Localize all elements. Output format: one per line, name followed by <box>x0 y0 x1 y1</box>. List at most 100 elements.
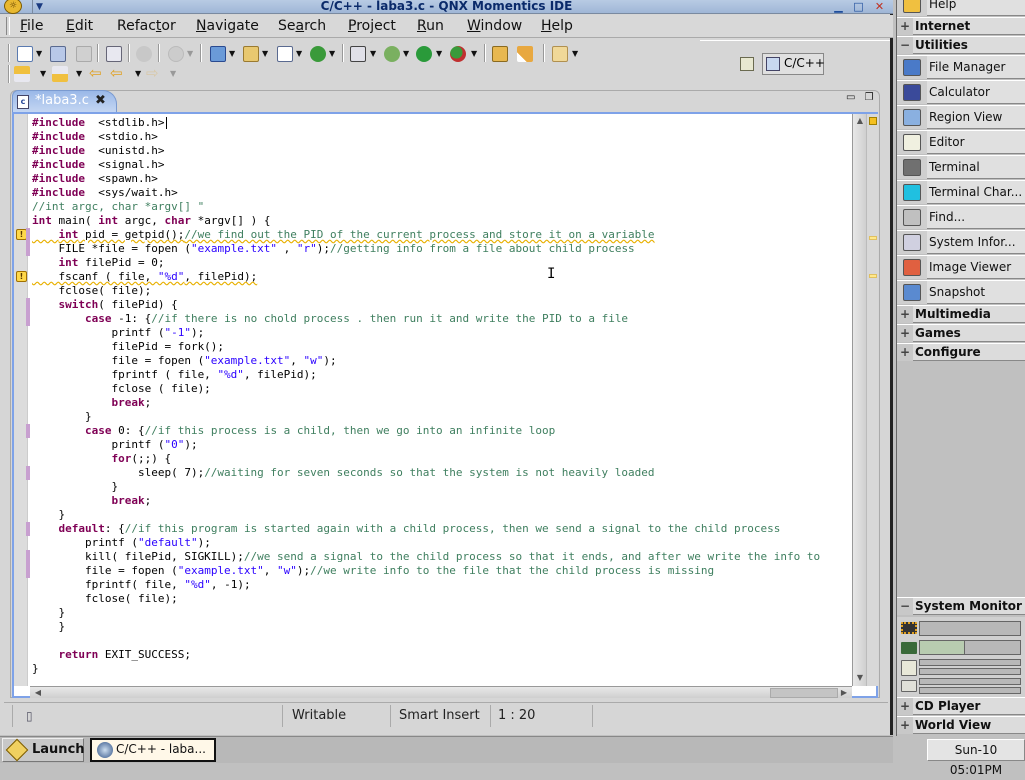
debug-bug-icon[interactable] <box>384 46 400 62</box>
overview-warning-marker[interactable] <box>869 274 877 278</box>
disabled-dropdown-icon[interactable]: ▼ <box>187 49 193 58</box>
code-line[interactable]: #include <spawn.h> <box>32 172 158 186</box>
code-line[interactable]: #include <stdlib.h> <box>32 116 164 130</box>
new-class-icon[interactable] <box>310 46 326 62</box>
fast-view-icon[interactable]: ▯ <box>26 707 33 725</box>
shelf-group-configure[interactable]: + Configure <box>897 343 1025 361</box>
shelf-item-calculator[interactable]: Calculator <box>897 80 1025 104</box>
code-line[interactable]: #include <signal.h> <box>32 158 164 172</box>
vertical-scrollbar[interactable]: ▲ ▼ <box>852 114 866 686</box>
shelf-item-file-manager[interactable]: File Manager <box>897 55 1025 79</box>
code-line[interactable]: kill( filePid, SIGKILL);//we send a sign… <box>32 550 820 564</box>
shelf-item-region-view[interactable]: Region View <box>897 105 1025 129</box>
save-icon[interactable] <box>50 46 66 62</box>
minimize-view-icon[interactable]: ▭ <box>846 92 855 103</box>
expand-icon[interactable]: + <box>897 717 913 734</box>
code-line[interactable]: #include <stdio.h> <box>32 130 158 144</box>
horizontal-scroll-thumb[interactable] <box>770 688 838 698</box>
shelf-group-games[interactable]: + Games <box>897 324 1025 342</box>
code-line[interactable]: filePid = fork(); <box>32 340 224 354</box>
run-icon[interactable] <box>416 46 432 62</box>
open-perspective-icon[interactable] <box>740 57 754 71</box>
launch-button[interactable]: Launch <box>2 738 85 762</box>
menu-navigate[interactable]: Navigate <box>196 18 259 34</box>
code-text[interactable]: #include <stdlib.h> #include <stdio.h> #in… <box>30 114 852 686</box>
debug-dropdown-icon[interactable]: ▼ <box>403 49 409 58</box>
code-line[interactable]: } <box>32 620 65 634</box>
shelf-group-internet[interactable]: + Internet <box>897 17 1025 35</box>
expand-icon[interactable]: + <box>897 344 913 361</box>
code-line[interactable]: #include <unistd.h> <box>32 144 164 158</box>
code-line[interactable]: switch( filePid) { <box>32 298 178 312</box>
code-line[interactable]: case 0: {//if this process is a child, t… <box>32 424 555 438</box>
new-c-file-dropdown-icon[interactable]: ▼ <box>296 49 302 58</box>
code-line[interactable]: FILE *file = fopen ("example.txt" , "r")… <box>32 242 634 256</box>
prev-annotation-icon[interactable] <box>52 66 68 82</box>
prev-annotation-dropdown-icon[interactable]: ▼ <box>76 69 82 78</box>
scroll-up-icon[interactable]: ▲ <box>854 115 866 127</box>
code-line[interactable]: } <box>32 508 65 522</box>
code-line[interactable]: int main( int argc, char *argv[] ) { <box>32 214 270 228</box>
shelf-item-help[interactable]: Help <box>897 0 1025 16</box>
scroll-left-icon[interactable]: ◀ <box>32 687 44 699</box>
last-edit-icon[interactable]: ⇦ <box>89 64 102 82</box>
overview-warning-marker[interactable] <box>869 236 877 240</box>
close-button[interactable]: ✕ <box>871 0 888 14</box>
new-dropdown-icon[interactable]: ▼ <box>36 49 42 58</box>
menu-help[interactable]: Help <box>541 18 573 34</box>
scroll-right-icon[interactable]: ▶ <box>838 687 850 699</box>
perspective-cpp-button[interactable]: C/C++ <box>762 53 825 75</box>
code-line[interactable]: #include <sys/wait.h> <box>32 186 178 200</box>
shelf-group-cd-player[interactable]: + CD Player <box>897 697 1025 715</box>
expand-icon[interactable]: + <box>897 698 913 715</box>
menu-run[interactable]: Run <box>417 18 444 34</box>
code-line[interactable]: int pid = getpid();//we find out the PID… <box>32 228 655 242</box>
code-line[interactable]: fprintf( file, "%d", -1); <box>32 578 251 592</box>
code-line[interactable]: fprintf ( file, "%d", filePid); <box>32 368 316 382</box>
code-line[interactable]: fclose( file); <box>32 284 151 298</box>
open-launch-dropdown-icon[interactable]: ▼ <box>370 49 376 58</box>
folder-dropdown-icon[interactable]: ▼ <box>572 49 578 58</box>
shelf-item-snapshot[interactable]: Snapshot <box>897 280 1025 304</box>
shelf-item-system-infor[interactable]: System Infor... <box>897 230 1025 254</box>
menu-edit[interactable]: Edit <box>66 18 93 34</box>
open-launch-icon[interactable] <box>350 46 366 62</box>
code-editor[interactable]: !! #include <stdlib.h> #include <stdio.h>… <box>12 112 878 698</box>
shelf-group-world-view[interactable]: + World View <box>897 716 1025 734</box>
menu-file[interactable]: File <box>20 18 43 34</box>
menu-refactor[interactable]: Refactor <box>117 18 176 34</box>
new-class-dropdown-icon[interactable]: ▼ <box>329 49 335 58</box>
code-line[interactable]: printf ("default"); <box>32 536 211 550</box>
code-line[interactable]: default: {//if this program is started a… <box>32 522 781 536</box>
disabled-tool-icon[interactable] <box>168 46 184 62</box>
external-tool-dropdown-icon[interactable]: ▼ <box>471 49 477 58</box>
build-binary-icon[interactable] <box>106 46 122 62</box>
maximize-button[interactable]: □ <box>850 0 867 14</box>
menu-window[interactable]: Window <box>467 18 522 34</box>
code-line[interactable]: } <box>32 606 65 620</box>
code-line[interactable]: sleep( 7);//waiting for seven seconds so… <box>32 466 655 480</box>
expand-icon[interactable]: + <box>897 18 913 35</box>
shelf-item-terminal[interactable]: Terminal <box>897 155 1025 179</box>
code-line[interactable]: file = fopen ("example.txt", "w"); <box>32 354 336 368</box>
taskbar-ide-button[interactable]: C/C++ - laba... <box>90 738 216 762</box>
shelf-item-find[interactable]: Find... <box>897 205 1025 229</box>
shelf-group-multimedia[interactable]: + Multimedia <box>897 305 1025 323</box>
code-line[interactable]: fscanf ( file, "%d", filePid); <box>32 270 257 284</box>
debug-target-icon[interactable] <box>136 46 152 62</box>
new-cpp-project-dropdown-icon[interactable]: ▼ <box>262 49 268 58</box>
collapse-icon[interactable]: − <box>897 598 913 615</box>
forward-icon[interactable]: ⇨ <box>146 64 159 82</box>
code-line[interactable]: //int argc, char *argv[] " <box>32 200 204 214</box>
title-bar[interactable]: ☼ ▼ C/C++ - laba3.c - QNX Momentics IDE … <box>0 0 893 14</box>
new-c-project-icon[interactable] <box>210 46 226 62</box>
search-brush-icon[interactable] <box>517 46 533 62</box>
code-line[interactable]: return EXIT_SUCCESS; <box>32 648 191 662</box>
next-annotation-icon[interactable] <box>14 66 30 82</box>
code-line[interactable]: fclose( file); <box>32 592 178 606</box>
minimize-button[interactable]: ▁ <box>830 0 847 14</box>
back-icon[interactable]: ⇦ <box>110 64 123 82</box>
menu-project[interactable]: Project <box>348 18 396 34</box>
new-c-file-icon[interactable] <box>277 46 293 62</box>
code-line[interactable]: printf ("-1"); <box>32 326 204 340</box>
